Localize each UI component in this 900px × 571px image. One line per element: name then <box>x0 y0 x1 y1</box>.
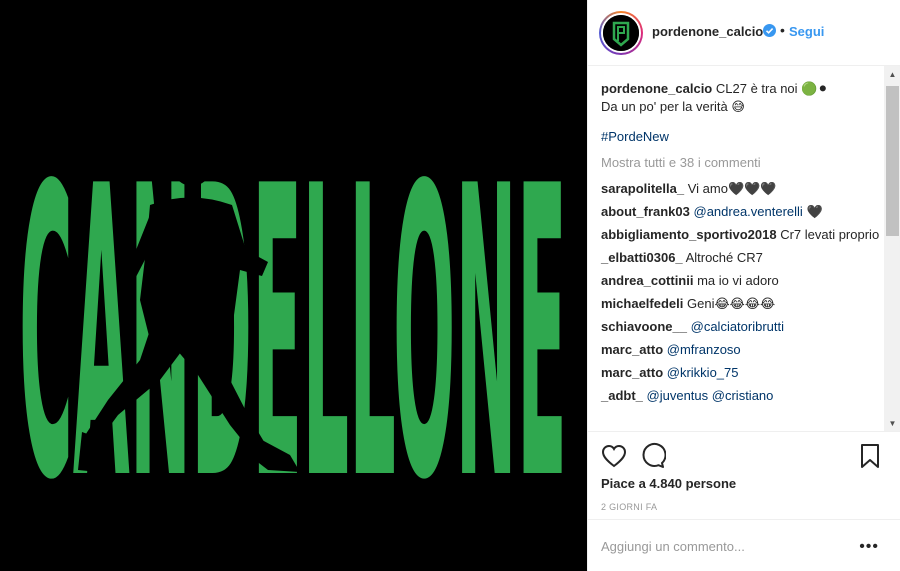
comment-username[interactable]: abbigliamento_sportivo2018 <box>601 227 777 242</box>
comment-username[interactable]: _elbatti0306_ <box>601 250 683 265</box>
likes-count[interactable]: Piace a 4.840 persone <box>601 476 736 491</box>
comment-username[interactable]: marc_atto <box>601 365 663 380</box>
scroll-up-arrow-icon[interactable]: ▲ <box>884 66 900 83</box>
more-options-button[interactable]: ••• <box>859 538 879 556</box>
post-image[interactable]: CANDELLONE <box>0 0 587 571</box>
post-date: 2 GIORNI FA <box>601 502 658 512</box>
comment-username[interactable]: andrea_cottinii <box>601 273 693 288</box>
hashtag-link[interactable]: #PordeNew <box>601 129 669 144</box>
follow-button[interactable]: Segui <box>789 24 824 39</box>
post-username[interactable]: pordenone_calcio <box>652 24 763 39</box>
avatar[interactable] <box>599 11 643 55</box>
comment-item: schiavoone__ @calciatoribrutti <box>601 318 884 336</box>
caption-username[interactable]: pordenone_calcio <box>601 81 712 96</box>
comment-icon[interactable] <box>638 442 666 470</box>
post-actions <box>588 432 900 482</box>
comment-mention[interactable]: @krikkio_75 <box>667 365 739 380</box>
caption-line2: Da un po' per la verità 😅 <box>601 99 745 114</box>
comment-item: abbigliamento_sportivo2018 Cr7 levati pr… <box>601 226 884 244</box>
comments-scrollbar[interactable]: ▲ ▼ <box>884 66 900 431</box>
add-comment-bar: Aggiungi un commento... ••• <box>588 519 900 571</box>
avatar-image <box>601 13 641 53</box>
poster-artwork: CANDELLONE <box>0 0 587 571</box>
comment-item: marc_atto @krikkio_75 <box>601 364 884 382</box>
comment-text: Vi amo🖤🖤🖤 <box>687 181 777 196</box>
comment-text: Geni😂😂😂😂 <box>687 296 776 311</box>
bookmark-icon[interactable] <box>856 442 884 470</box>
comment-mention[interactable]: @calciatoribrutti <box>691 319 784 334</box>
load-more-comments[interactable]: Mostra tutti e 38 i commenti <box>601 154 884 172</box>
post-header: pordenone_calcio • Segui <box>588 0 900 66</box>
comments-section: pordenone_calcio CL27 è tra noi 🟢⚫ Da un… <box>588 66 900 432</box>
comment-username[interactable]: marc_atto <box>601 342 663 357</box>
scrollbar-thumb[interactable] <box>886 86 899 236</box>
poster-name-text: CANDELLONE <box>19 103 567 568</box>
comment-item: michaelfedeli Geni😂😂😂😂 <box>601 295 884 313</box>
comment-item: marc_atto @mfranzoso <box>601 341 884 359</box>
comment-mention[interactable]: @mfranzoso <box>667 342 741 357</box>
club-logo-icon <box>603 15 639 51</box>
comment-username[interactable]: sarapolitella_ <box>601 181 684 196</box>
comments-list: pordenone_calcio CL27 è tra noi 🟢⚫ Da un… <box>601 80 884 410</box>
verified-badge-icon <box>763 24 776 37</box>
comment-text: Cr7 levati proprio <box>780 227 880 242</box>
comment-item: _elbatti0306_ Altroché CR7 <box>601 249 884 267</box>
caption: pordenone_calcio CL27 è tra noi 🟢⚫ Da un… <box>601 80 884 116</box>
comment-username[interactable]: _adbt_ <box>601 388 643 403</box>
scroll-down-arrow-icon[interactable]: ▼ <box>884 415 900 431</box>
comment-username[interactable]: schiavoone__ <box>601 319 687 334</box>
header-separator: • <box>780 22 785 38</box>
comment-mention[interactable]: @juventus <box>647 388 709 403</box>
comment-item: andrea_cottinii ma io vi adoro <box>601 272 884 290</box>
caption-hashtags: #PordeNew <box>601 128 884 146</box>
heart-icon[interactable] <box>600 442 628 470</box>
comment-text: Altroché CR7 <box>685 250 763 265</box>
comment-username[interactable]: michaelfedeli <box>601 296 683 311</box>
comment-mention[interactable]: @cristiano <box>712 388 774 403</box>
comment-text: 🖤 <box>806 204 823 219</box>
post-panel: pordenone_calcio • Segui pordenone_calci… <box>587 0 900 571</box>
comment-username[interactable]: about_frank03 <box>601 204 690 219</box>
comment-item: sarapolitella_ Vi amo🖤🖤🖤 <box>601 180 884 198</box>
comment-item: about_frank03 @andrea.venterelli 🖤 <box>601 203 884 221</box>
comment-mention[interactable]: @andrea.venterelli <box>694 204 803 219</box>
comment-item: _adbt_ @juventus @cristiano <box>601 387 884 405</box>
caption-line1: CL27 è tra noi 🟢⚫ <box>715 81 829 96</box>
comment-input[interactable]: Aggiungi un commento... <box>601 539 745 554</box>
comment-text: ma io vi adoro <box>697 273 779 288</box>
